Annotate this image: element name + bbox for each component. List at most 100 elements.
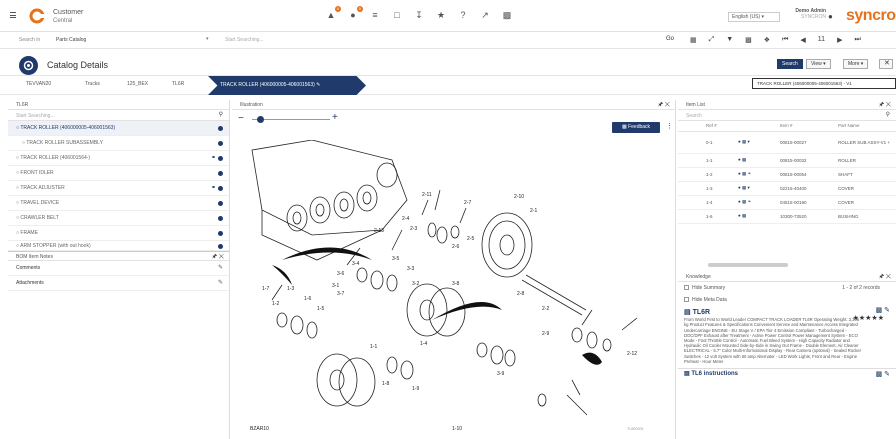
chevron-down-icon[interactable]: ▾ (206, 36, 209, 42)
language-select[interactable]: English (US) ▾ (728, 12, 780, 22)
track-roller-version[interactable]: TRACK ROLLER (406000005-406001563) - V1 (752, 78, 896, 89)
menu-icon[interactable] (10, 12, 16, 18)
horizontal-scrollbar[interactable] (708, 263, 788, 267)
row-actions[interactable]: ● ▩ ⚭ (738, 195, 780, 210)
bom-title: BOM Item Notes (16, 254, 53, 260)
feedback-button[interactable]: ▩ Feedback (612, 122, 660, 133)
search-button[interactable]: Search (777, 59, 803, 69)
attachments-row[interactable]: Attachments ✎ (8, 276, 229, 291)
info-icon[interactable] (218, 186, 223, 191)
box-icon[interactable]: □ (392, 10, 402, 21)
expand-icon[interactable]: ↗ (480, 10, 490, 21)
close-icon[interactable]: ✕ (879, 59, 893, 69)
info-icon[interactable] (218, 244, 223, 249)
row-actions[interactable]: ● ▩ (738, 209, 780, 224)
hide-meta-checkbox[interactable]: Hide Meta Data (678, 294, 896, 306)
first-page-icon[interactable]: ⏮ (782, 36, 788, 44)
next-page-icon[interactable]: ▶ (837, 36, 842, 44)
edit-icon[interactable]: ✎ (218, 276, 223, 291)
grid-icon[interactable]: ▦ (690, 36, 697, 44)
breadcrumb-item[interactable]: Trucks (85, 81, 100, 87)
tree-item[interactable]: ○ ARM STOPPER (with out hook) (8, 241, 229, 251)
page-number[interactable]: 11 (818, 36, 825, 44)
breadcrumb-item[interactable]: TEVVAN20 (26, 81, 51, 87)
tree-item[interactable]: ○ FRONT IDLER (8, 166, 229, 181)
tree-item[interactable]: ○ TRACK ADJUSTER ⚭ (8, 181, 229, 196)
item-search-input[interactable]: Search ⚲ (678, 110, 896, 121)
info-icon[interactable] (218, 201, 223, 206)
breadcrumb-item[interactable]: 125_BEX (127, 81, 148, 87)
table-row[interactable]: 0-1 ● ▩ ▾ 00815-00027 ROLLER SUB ASSY-V1… (678, 131, 896, 154)
comments-row[interactable]: Comments ✎ (8, 261, 229, 276)
info-icon[interactable] (218, 216, 223, 221)
more-options-icon[interactable]: ⋮ (666, 122, 673, 130)
catalog-select[interactable]: Parts Catalog (56, 37, 86, 43)
rating-stars[interactable]: ★★★★★ (853, 315, 884, 322)
edit-icon[interactable]: ✎ (218, 261, 223, 276)
filter-icon[interactable]: ▼ (726, 36, 733, 44)
last-page-icon[interactable]: ⏭ (854, 36, 860, 44)
user-info[interactable]: Demo Admin SYNCRON (786, 8, 826, 20)
knowledge-card[interactable]: ▤ TL6R ★★★★★ ▩ ✎ From World First to Wor… (678, 306, 896, 368)
row-actions[interactable]: ● ▩ ▾ (738, 181, 780, 196)
search-icon[interactable]: ⚲ (219, 111, 223, 118)
info-icon[interactable] (218, 171, 223, 176)
info-icon[interactable] (218, 231, 223, 236)
copy-edit-icon[interactable]: ▩ ✎ (876, 371, 890, 378)
tree-item[interactable]: ○ TRACK ROLLER (406001564-) ⚭ (8, 151, 229, 166)
knowledge-card[interactable]: ▤ TL6 instructions ▩ ✎ (678, 368, 896, 383)
info-icon[interactable] (218, 156, 223, 161)
row-actions[interactable]: ● ▩ ▾ (738, 131, 780, 154)
prev-page-icon[interactable]: ◀ (800, 36, 805, 44)
tree-item[interactable]: ○ TRAVEL DEVICE (8, 196, 229, 211)
list-icon[interactable]: ≡ (370, 10, 380, 21)
info-icon[interactable] (218, 141, 223, 146)
table-icon[interactable]: ▩ (745, 36, 752, 44)
notification-icon[interactable]: ▲ 0 (326, 6, 341, 21)
help-icon[interactable]: ? (458, 10, 468, 21)
row-actions[interactable]: ● ▩ (738, 153, 780, 168)
zoom-out-icon[interactable]: − (238, 113, 244, 124)
tree-item[interactable]: ○ FRAME (8, 226, 229, 241)
zoom-slider-handle[interactable] (257, 116, 264, 123)
view-button[interactable]: View ▾ (806, 59, 831, 69)
tree-item[interactable]: ○ TRACK ROLLER (406000005-406001563) (8, 121, 229, 136)
hide-summary-checkbox[interactable]: Hide Summary 1 - 2 of 2 records (678, 282, 896, 294)
go-button[interactable]: Go (666, 36, 674, 42)
car-icon[interactable]: ▩ (502, 10, 512, 21)
column-header[interactable]: Ref # (706, 121, 738, 132)
table-row[interactable]: 1-1 ● ▩ 00815-00032 ROLLER (678, 153, 896, 168)
star-icon[interactable]: ★ (436, 10, 446, 21)
alert-icon[interactable]: ● 0 (348, 6, 363, 21)
pin-close-icon[interactable]: 🖈 ✕ (879, 272, 891, 282)
exploded-diagram[interactable]: 2-10 2-1 2-7 2-11 2-4 2-3 2-13 2-6 2-5 2… (242, 140, 662, 435)
copy-edit-icon[interactable]: ▩ ✎ (876, 307, 890, 314)
tree-item[interactable]: ○ TRACK ROLLER SUBASSEMBLY (8, 136, 229, 151)
row-actions[interactable]: ● ▩ ⚭ (738, 167, 780, 182)
breadcrumb-active[interactable]: TRACK ROLLER (406000005-406001563) ✎ (208, 76, 366, 95)
table-row[interactable]: 1-2 ● ▩ ⚭ 00815-00054 SHAFT (678, 167, 896, 182)
info-icon[interactable] (218, 126, 223, 131)
pin-close-icon[interactable]: 🖈 ✕ (658, 100, 670, 110)
tree-search-input[interactable]: Start Searching... ⚲ (8, 110, 229, 121)
table-row[interactable]: 1-3 ● ▩ ▾ 02215-40400 COVER (678, 181, 896, 196)
tools-icon[interactable]: ❖ (764, 36, 770, 44)
table-row[interactable]: 1-4 ● ▩ ⚭ 04515-00190 COVER (678, 195, 896, 210)
tree-item[interactable]: ○ CRAWLER BELT (8, 211, 229, 226)
user-icon[interactable]: ● (828, 12, 833, 21)
zoom-in-icon[interactable]: + (332, 112, 338, 123)
link-icon[interactable]: ⚭ (211, 185, 216, 191)
fullscreen-icon[interactable]: ⤢ (709, 36, 715, 44)
download-icon[interactable]: ↧ (414, 10, 424, 21)
more-button[interactable]: More ▾ (843, 59, 869, 69)
search-icon[interactable]: ⚲ (886, 111, 890, 118)
column-header[interactable]: Item # (780, 121, 838, 132)
table-row[interactable]: 1-6 ● ▩ 10300-73520 BUSHING (678, 209, 896, 224)
callout: 2-4 (402, 216, 409, 222)
column-header[interactable]: Part Name (838, 121, 896, 132)
search-input[interactable]: Start Searching... (225, 37, 264, 43)
breadcrumb-item[interactable]: TL6R (172, 81, 184, 87)
link-icon[interactable]: ⚭ (211, 155, 216, 161)
pin-close-icon[interactable]: 🖈 ✕ (879, 100, 891, 110)
card-title[interactable]: ▤ TL6 instructions (684, 371, 890, 377)
